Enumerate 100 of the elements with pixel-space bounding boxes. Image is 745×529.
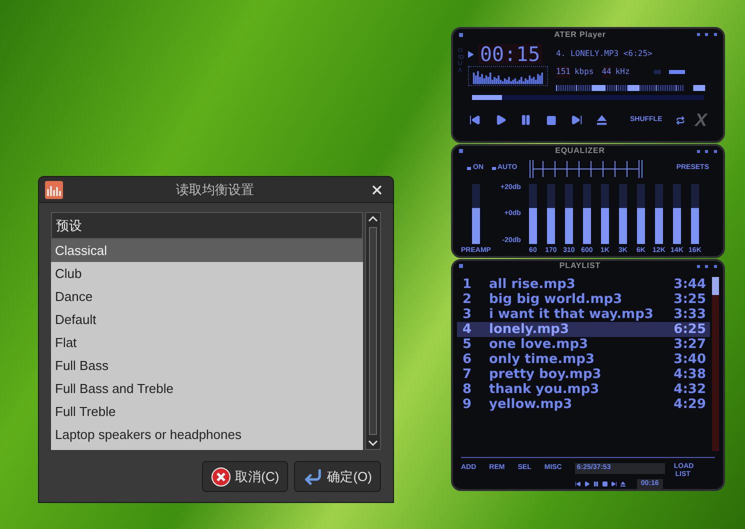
track-title: all rise.mp3 [489, 276, 576, 293]
ok-button[interactable]: 确定(O) [294, 461, 381, 492]
slider-fill[interactable] [582, 208, 591, 244]
preset-item[interactable]: Dance [51, 285, 363, 308]
track-title: pretty boy.mp3 [489, 366, 602, 383]
scrollbar[interactable] [365, 212, 381, 450]
preset-item[interactable]: Laptop speakers or headphones [51, 423, 363, 446]
band-slider[interactable] [672, 184, 681, 244]
eject-icon[interactable] [596, 114, 608, 126]
slider-fill[interactable] [654, 208, 663, 244]
track-title: thank you.mp3 [489, 381, 600, 398]
slider-fill[interactable] [546, 208, 555, 244]
eject-icon[interactable] [620, 480, 626, 487]
pause-icon[interactable] [520, 114, 532, 126]
playlist-row[interactable]: 4 lonely.mp3 6:25 [457, 322, 710, 337]
pause-icon[interactable] [592, 480, 599, 487]
previous-icon[interactable] [574, 480, 581, 487]
list-header[interactable]: 预设 [51, 212, 363, 239]
scroll-thumb[interactable] [712, 276, 719, 295]
scroll-thumb[interactable] [369, 227, 377, 435]
stereo-indicator [668, 70, 685, 74]
sample-rate-unit: kHz [615, 66, 630, 78]
slider-fill[interactable] [564, 208, 573, 244]
preset-item[interactable]: Classical [51, 239, 363, 262]
track-title: only time.mp3 [489, 351, 596, 368]
slider-fill[interactable] [472, 208, 480, 244]
mono-indicator [654, 70, 661, 74]
window-controls[interactable] [696, 264, 717, 268]
play-icon[interactable] [494, 114, 506, 126]
band-slider[interactable] [690, 184, 699, 244]
playlist-scrollbar[interactable] [712, 276, 719, 451]
track-duration: 3:25 [672, 290, 707, 308]
track-title: yellow.mp3 [489, 396, 574, 414]
cancel-button[interactable]: 取消(C) [202, 461, 288, 492]
track-number: 1 [461, 276, 473, 293]
track-duration: 3:44 [672, 276, 707, 293]
window-title: ATER Player [554, 30, 606, 38]
track-title: lonely.mp3 [489, 320, 570, 338]
playlist-row[interactable]: 7 pretty boy.mp3 4:38 [457, 366, 710, 382]
preset-item[interactable]: Full Treble [51, 400, 363, 423]
track-number: 6 [461, 350, 473, 368]
track-info: 4. LONELY.MP3 <6:25> [556, 48, 654, 60]
playlist-row[interactable]: 6 only time.mp3 3:40 [457, 352, 710, 367]
playlist-row[interactable]: 1 all rise.mp3 3:44 [457, 276, 710, 292]
track-number: 9 [461, 396, 473, 414]
track-number: 7 [461, 366, 473, 383]
play-state-icon [468, 50, 474, 58]
track-number: 8 [461, 380, 473, 398]
track-duration: 3:33 [672, 306, 707, 323]
slider-fill[interactable] [636, 208, 645, 244]
band-slider[interactable] [528, 184, 537, 244]
window-title: 读取均衡设置 [175, 180, 255, 199]
next-icon[interactable] [610, 480, 617, 487]
playlist-row[interactable]: 3 i want it that way.mp3 3:33 [457, 306, 710, 322]
preamp-slider[interactable] [472, 184, 480, 244]
band-slider[interactable] [546, 184, 555, 244]
slider-fill[interactable] [600, 208, 609, 244]
equalizer-app-icon [45, 180, 63, 198]
band-slider[interactable] [600, 184, 609, 244]
elapsed-time[interactable]: 00:15 [478, 44, 542, 64]
play-icon[interactable] [584, 480, 590, 487]
slider-fill[interactable] [690, 208, 699, 244]
window-title: EQUALIZER [555, 147, 605, 156]
logo: X [694, 111, 707, 129]
playlist-row[interactable]: 9 yellow.mp3 4:29 [457, 396, 710, 412]
track-title: i want it that way.mp3 [489, 306, 654, 323]
track-number: 5 [461, 336, 473, 353]
window-controls[interactable] [696, 33, 717, 36]
band-slider[interactable] [564, 184, 573, 244]
slider-fill[interactable] [618, 208, 627, 244]
track-number: 4 [461, 320, 473, 338]
auto-indicator [492, 167, 496, 170]
window-controls[interactable] [696, 150, 717, 153]
playlist-row[interactable]: 5 one love.mp3 3:27 [457, 336, 710, 352]
track-title: one love.mp3 [489, 336, 590, 353]
preset-item[interactable]: Flat [51, 331, 363, 354]
next-icon[interactable] [570, 114, 582, 126]
band-slider[interactable] [636, 184, 645, 244]
slider-fill[interactable] [528, 208, 537, 244]
stop-icon[interactable] [602, 480, 608, 487]
balance-volume-bar[interactable] [556, 84, 706, 92]
slider-fill[interactable] [672, 208, 681, 244]
preset-item[interactable]: Default [51, 308, 363, 331]
seek-bar[interactable] [472, 95, 704, 100]
preset-item[interactable]: Club [51, 262, 363, 285]
playlist-row[interactable]: 2 big big world.mp3 3:25 [457, 292, 710, 307]
previous-icon[interactable] [469, 114, 481, 126]
track-duration: 4:38 [672, 366, 707, 383]
band-slider[interactable] [618, 184, 627, 244]
band-slider[interactable] [654, 184, 663, 244]
preset-item[interactable]: Full Bass [51, 354, 363, 377]
stop-icon[interactable] [546, 114, 557, 126]
bitrate: 151 [556, 66, 570, 78]
track-duration: 3:40 [672, 350, 707, 368]
sample-rate: 44 [602, 66, 612, 78]
track-duration: 6:25 [672, 320, 707, 338]
playlist-row[interactable]: 8 thank you.mp3 4:32 [457, 382, 710, 397]
repeat-icon[interactable] [676, 116, 685, 124]
band-slider[interactable] [582, 184, 591, 244]
preset-item[interactable]: Full Bass and Treble [51, 377, 363, 400]
